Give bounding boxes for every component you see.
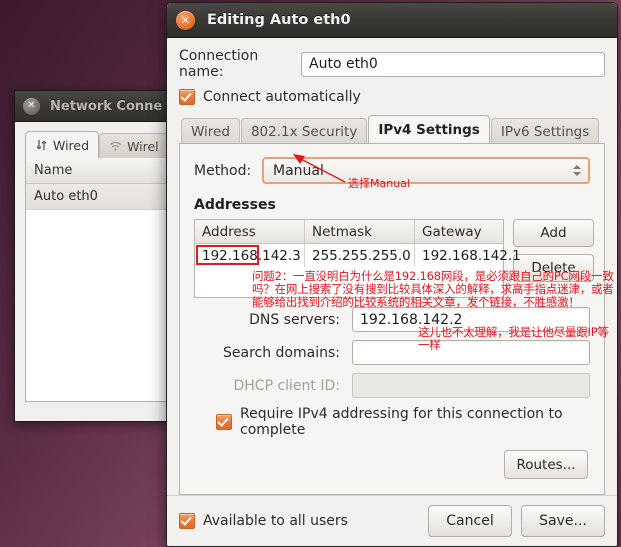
tab-wired[interactable]: Wired	[181, 118, 240, 144]
settings-notebook: Wired 802.1x Security IPv4 Settings IPv6…	[179, 115, 605, 495]
routes-row: Routes...	[194, 450, 590, 479]
addresses-section: Address Netmask Gateway 192.168.142.3 25…	[194, 219, 594, 298]
bg-tab-wireless[interactable]: Wirel	[99, 133, 169, 158]
dialog-title: Editing Auto eth0	[207, 12, 351, 28]
require-ipv4-checkbox[interactable]	[216, 414, 232, 430]
table-row[interactable]: 192.168.142.3 255.255.255.0 192.168.142.…	[195, 244, 521, 267]
dialog-content: Connection name: Auto eth0 Connect autom…	[167, 38, 617, 495]
tab-wired-label: Wired	[191, 123, 230, 140]
cancel-button[interactable]: Cancel	[428, 505, 512, 537]
cell-gateway[interactable]: 192.168.142.1	[415, 244, 521, 267]
cell-address[interactable]: 192.168.142.3	[195, 244, 305, 267]
wired-arrows-icon	[35, 139, 48, 151]
addresses-buttons: Add Delete	[513, 219, 594, 282]
addresses-table-empty-area	[195, 267, 503, 297]
chevron-updown-icon	[573, 165, 581, 176]
close-icon[interactable]: ✕	[23, 97, 40, 115]
available-to-all-users-row[interactable]: Available to all users	[179, 513, 348, 529]
tab-ipv4-settings-label: IPv4 Settings	[378, 122, 480, 138]
tab-ipv6-settings-label: IPv6 Settings	[500, 123, 590, 140]
search-domains-label: Search domains:	[223, 344, 340, 361]
wireless-signal-icon	[109, 140, 122, 152]
delete-address-button[interactable]: Delete	[513, 254, 594, 282]
require-ipv4-row[interactable]: Require IPv4 addressing for this connect…	[216, 406, 590, 438]
connect-automatically-checkbox[interactable]	[179, 89, 195, 105]
search-domains-row: Search domains:	[194, 340, 590, 365]
connection-name-row: Connection name: Auto eth0	[179, 48, 605, 80]
bg-tab-wired-label: Wired	[53, 137, 90, 153]
bg-tab-wired[interactable]: Wired	[25, 131, 100, 158]
routes-button[interactable]: Routes...	[504, 450, 588, 479]
save-button[interactable]: Save...	[521, 505, 605, 537]
dialog-footer: Available to all users Cancel Save...	[167, 495, 617, 546]
addresses-heading: Addresses	[194, 197, 276, 213]
tab-8021x-security[interactable]: 802.1x Security	[240, 118, 368, 144]
addresses-table[interactable]: Address Netmask Gateway 192.168.142.3 25…	[194, 219, 521, 298]
cell-address-value: 192.168.142.3	[202, 247, 301, 264]
settings-tabstrip: Wired 802.1x Security IPv4 Settings IPv6…	[179, 115, 605, 144]
column-header-gateway: Gateway	[422, 223, 482, 240]
dhcp-client-id-label: DHCP client ID:	[233, 377, 340, 394]
dns-servers-row: DNS servers: 192.168.142.2	[194, 307, 590, 332]
method-dropdown-value: Manual	[273, 162, 324, 179]
bg-tab-wireless-label: Wirel	[127, 138, 159, 154]
require-ipv4-label: Require IPv4 addressing for this connect…	[240, 406, 563, 438]
dns-servers-label: DNS servers:	[249, 311, 340, 328]
dialog-titlebar: ✕ Editing Auto eth0	[167, 3, 617, 38]
connect-automatically-row[interactable]: Connect automatically	[179, 89, 605, 105]
search-domains-input[interactable]	[352, 340, 590, 365]
available-to-all-users-checkbox[interactable]	[179, 513, 195, 529]
connection-name-label: Connection name:	[179, 48, 259, 80]
ipv4-lower-fields: DNS servers: 192.168.142.2 Search domain…	[194, 307, 590, 398]
dhcp-client-id-row: DHCP client ID:	[194, 373, 590, 398]
network-connections-title: Network Conne	[50, 98, 163, 114]
method-dropdown[interactable]: Manual	[262, 157, 590, 184]
method-row: Method: Manual	[194, 157, 590, 184]
method-label: Method:	[194, 162, 252, 179]
tab-ipv4-settings[interactable]: IPv4 Settings	[368, 115, 490, 144]
tab-8021x-security-label: 802.1x Security	[250, 123, 358, 140]
cell-netmask[interactable]: 255.255.255.0	[305, 244, 415, 267]
close-icon[interactable]: ✕	[176, 10, 195, 30]
tab-ipv6-settings[interactable]: IPv6 Settings	[490, 118, 600, 144]
connect-automatically-label: Connect automatically	[203, 89, 361, 105]
addresses-table-header: Address Netmask Gateway	[195, 220, 503, 244]
dns-servers-input[interactable]: 192.168.142.2	[352, 307, 590, 332]
dhcp-client-id-input	[352, 373, 590, 398]
connection-name-input[interactable]: Auto eth0	[301, 51, 605, 77]
column-header-netmask: Netmask	[305, 220, 415, 243]
available-to-all-users-label: Available to all users	[203, 513, 348, 529]
column-header-address: Address	[195, 220, 305, 243]
editing-connection-dialog[interactable]: ✕ Editing Auto eth0 Connection name: Aut…	[166, 2, 618, 547]
add-address-button[interactable]: Add	[513, 219, 594, 247]
ipv4-settings-page: Method: Manual Addresses Address Netmask…	[179, 143, 605, 495]
